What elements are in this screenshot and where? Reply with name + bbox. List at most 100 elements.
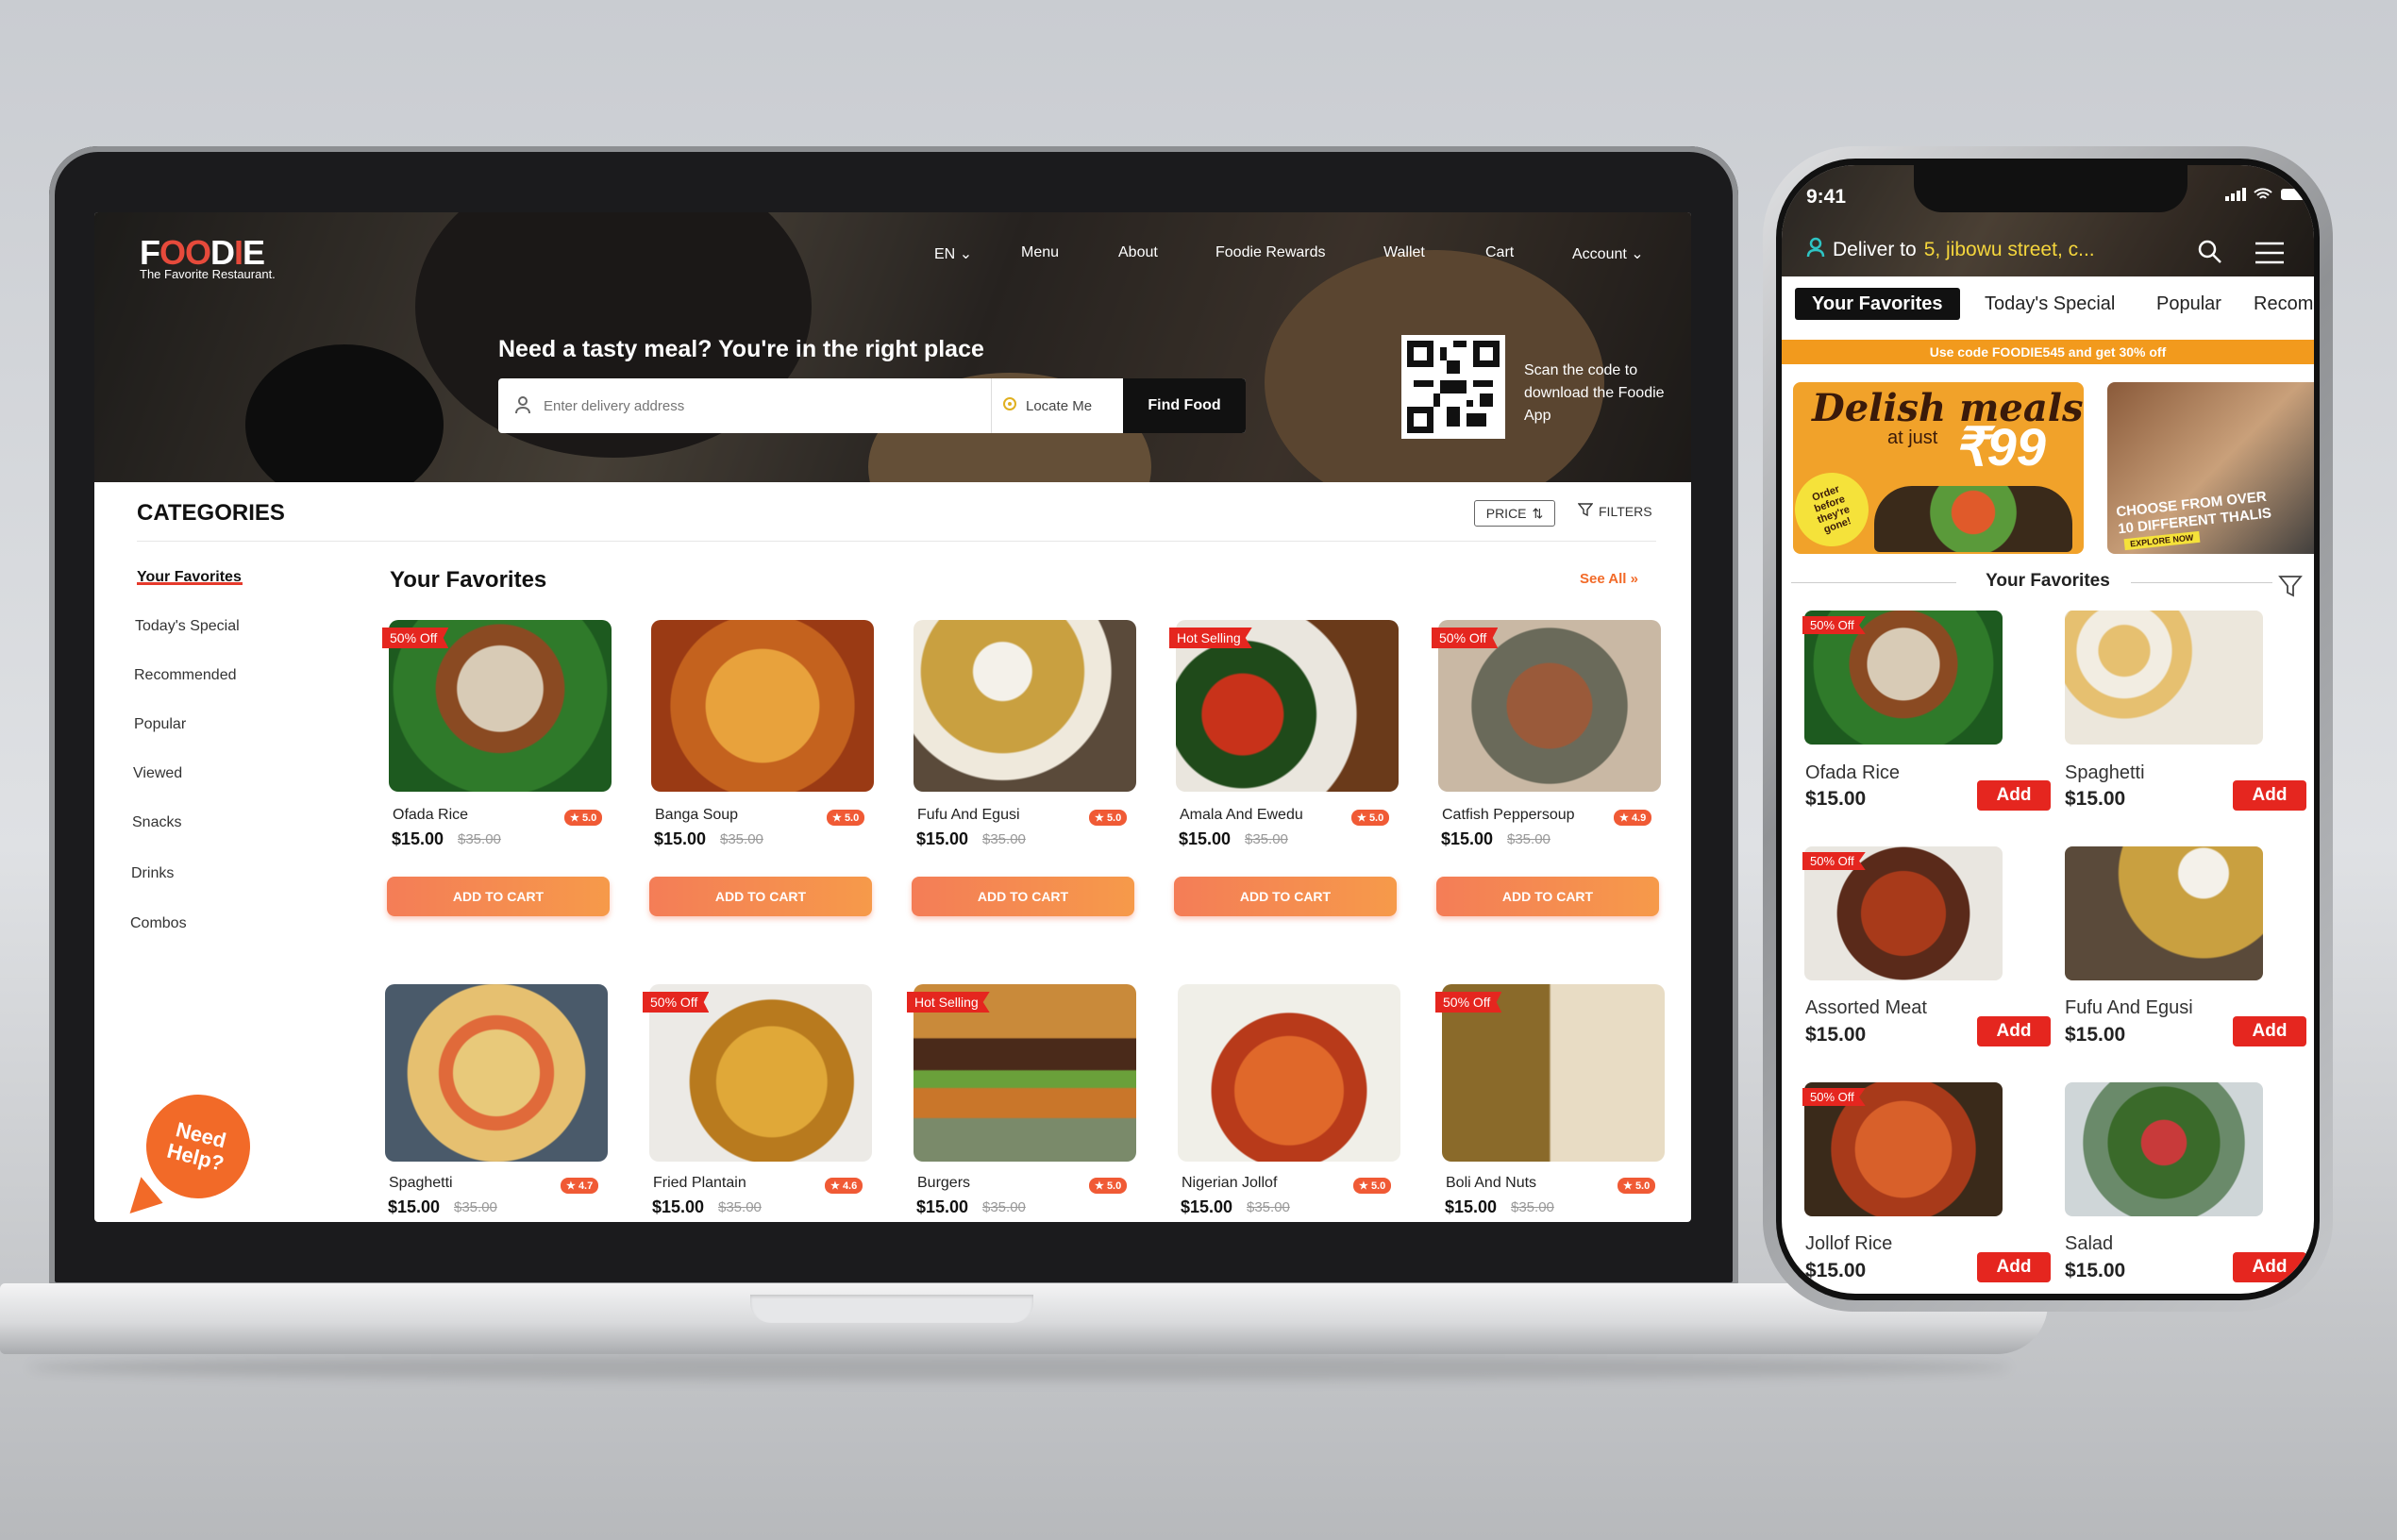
promo-strip: Use code FOODIE545 and get 30% off bbox=[1782, 340, 2314, 364]
star-icon: ★ bbox=[832, 812, 842, 824]
category-recommended[interactable]: Recommended bbox=[134, 667, 237, 684]
food-price: $15.00 bbox=[1805, 1260, 1867, 1281]
food-image[interactable] bbox=[914, 620, 1136, 792]
locate-me-button[interactable]: Locate Me bbox=[991, 378, 1123, 433]
add-button[interactable]: Add bbox=[2233, 1016, 2306, 1046]
food-price: $15.00 bbox=[1805, 788, 1867, 810]
nav-cart[interactable]: Cart bbox=[1485, 244, 1514, 261]
filters-button[interactable]: FILTERS bbox=[1577, 502, 1652, 520]
tab-popular[interactable]: Popular bbox=[2156, 288, 2221, 320]
battery-icon bbox=[2280, 188, 2308, 206]
nav-language[interactable]: EN ⌄ bbox=[934, 244, 972, 263]
see-all-link[interactable]: See All » bbox=[1580, 571, 1638, 587]
food-name: Spaghetti bbox=[2065, 762, 2145, 783]
nav-label: EN bbox=[934, 246, 956, 262]
tab-recommended[interactable]: Recom bbox=[2254, 288, 2313, 320]
discount-badge: 50% Off bbox=[1435, 992, 1502, 1013]
food-image[interactable] bbox=[2065, 611, 2263, 745]
double-chevron-right-icon: » bbox=[1630, 571, 1638, 587]
nav-foodie-rewards[interactable]: Foodie Rewards bbox=[1215, 244, 1326, 261]
nav-account[interactable]: Account ⌄ bbox=[1572, 244, 1644, 263]
add-button[interactable]: Add bbox=[2233, 1252, 2306, 1282]
price-sort-button[interactable]: PRICE ⇅ bbox=[1474, 500, 1555, 527]
category-drinks[interactable]: Drinks bbox=[131, 865, 174, 882]
old-price: $35.00 bbox=[1511, 1199, 1554, 1215]
old-price: $35.00 bbox=[982, 1199, 1026, 1215]
star-icon: ★ bbox=[1357, 812, 1366, 824]
top-nav: EN ⌄ Menu About Foodie Rewards Wallet Ca… bbox=[94, 244, 1691, 273]
hot-selling-badge: Hot Selling bbox=[907, 992, 990, 1013]
add-to-cart-button[interactable]: ADD TO CART bbox=[1174, 877, 1397, 916]
phone-screen: 9:41 Deliver to 5, jibowu street, c... Y… bbox=[1782, 165, 2314, 1294]
banner-price: ₹99 bbox=[1953, 417, 2046, 477]
category-combos[interactable]: Combos bbox=[130, 915, 187, 932]
signal-icon bbox=[2225, 188, 2246, 206]
qr-description: Scan the code to download the Foodie App bbox=[1524, 362, 1665, 424]
food-image[interactable] bbox=[2065, 846, 2263, 980]
add-button[interactable]: Add bbox=[1977, 780, 2051, 811]
food-price: $15.00 bbox=[1181, 1197, 1233, 1216]
promo-banner-thalis[interactable]: CHOOSE FROM OVER 10 DIFFERENT THALIS EXP… bbox=[2107, 382, 2314, 554]
star-icon: ★ bbox=[566, 1180, 576, 1192]
chevron-down-icon: ⌄ bbox=[959, 246, 973, 262]
add-button[interactable]: Add bbox=[1977, 1016, 2051, 1046]
delivery-address-input[interactable] bbox=[544, 378, 978, 433]
category-snacks[interactable]: Snacks bbox=[132, 814, 181, 831]
status-icons bbox=[2225, 188, 2308, 206]
category-todays-special[interactable]: Today's Special bbox=[135, 618, 240, 635]
food-name: Jollof Rice bbox=[1805, 1233, 1893, 1254]
food-image[interactable] bbox=[2065, 1082, 2263, 1216]
add-button[interactable]: Add bbox=[1977, 1252, 2051, 1282]
old-price: $35.00 bbox=[1507, 831, 1551, 847]
food-name: Fufu And Egusi bbox=[2065, 997, 2193, 1018]
hamburger-menu-icon[interactable] bbox=[2254, 241, 2286, 270]
food-price: $15.00 bbox=[392, 829, 444, 848]
add-button[interactable]: Add bbox=[2233, 780, 2306, 811]
food-name: Fried Plantain bbox=[653, 1175, 746, 1191]
promo-banner-delish[interactable]: Delish meals at just ₹99 Order before th… bbox=[1793, 382, 2084, 554]
filter-icon[interactable] bbox=[2278, 574, 2303, 603]
banner-sticker: Order before they're gone! bbox=[1793, 462, 1879, 554]
food-name: Banga Soup bbox=[655, 807, 739, 823]
old-price: $35.00 bbox=[454, 1199, 497, 1215]
discount-badge: 50% Off bbox=[643, 992, 710, 1013]
deliver-to[interactable]: Deliver to 5, jibowu street, c... bbox=[1806, 237, 2095, 263]
discount-badge: 50% Off bbox=[1432, 628, 1499, 648]
need-help-button[interactable]: Need Help? bbox=[135, 1083, 261, 1210]
food-price: $15.00 bbox=[2065, 1024, 2126, 1046]
rating-value: 5.0 bbox=[1106, 812, 1122, 824]
food-price: $15.00 bbox=[1179, 829, 1232, 848]
food-image[interactable] bbox=[385, 984, 608, 1162]
hero-banner: FOODIE The Favorite Restaurant. EN ⌄ Men… bbox=[94, 212, 1691, 482]
hot-selling-badge: Hot Selling bbox=[1169, 628, 1252, 648]
food-name: Burgers bbox=[917, 1175, 971, 1191]
find-food-button[interactable]: Find Food bbox=[1123, 378, 1246, 433]
category-popular[interactable]: Popular bbox=[134, 716, 186, 733]
nav-wallet[interactable]: Wallet bbox=[1383, 244, 1425, 261]
nav-menu[interactable]: Menu bbox=[1021, 244, 1059, 261]
deliver-label: Deliver to bbox=[1833, 239, 1917, 260]
food-name: Spaghetti bbox=[389, 1175, 453, 1191]
active-category-underline bbox=[137, 582, 243, 585]
food-image[interactable] bbox=[651, 620, 874, 792]
laptop-screen: FOODIE The Favorite Restaurant. EN ⌄ Men… bbox=[94, 212, 1691, 1222]
add-to-cart-button[interactable]: ADD TO CART bbox=[1436, 877, 1659, 916]
discount-badge: 50% Off bbox=[1802, 1088, 1866, 1106]
search-icon[interactable] bbox=[2197, 239, 2223, 270]
add-to-cart-button[interactable]: ADD TO CART bbox=[912, 877, 1134, 916]
food-price: $15.00 bbox=[654, 829, 707, 848]
category-viewed[interactable]: Viewed bbox=[133, 765, 182, 782]
user-pin-icon bbox=[1806, 237, 1825, 263]
filter-icon bbox=[1577, 502, 1594, 520]
rating-value: 5.0 bbox=[1106, 1180, 1122, 1192]
nav-about[interactable]: About bbox=[1118, 244, 1158, 261]
add-to-cart-button[interactable]: ADD TO CART bbox=[387, 877, 610, 916]
add-to-cart-button[interactable]: ADD TO CART bbox=[649, 877, 872, 916]
rating-value: 4.9 bbox=[1631, 812, 1647, 824]
rating-badge: ★ 5.0 bbox=[1618, 1178, 1656, 1194]
tab-todays-special[interactable]: Today's Special bbox=[1985, 288, 2115, 320]
tab-your-favorites[interactable]: Your Favorites bbox=[1795, 288, 1960, 320]
phone-notch bbox=[1914, 165, 2187, 212]
rating-badge: ★ 5.0 bbox=[1353, 1178, 1392, 1194]
food-image[interactable] bbox=[1178, 984, 1400, 1162]
